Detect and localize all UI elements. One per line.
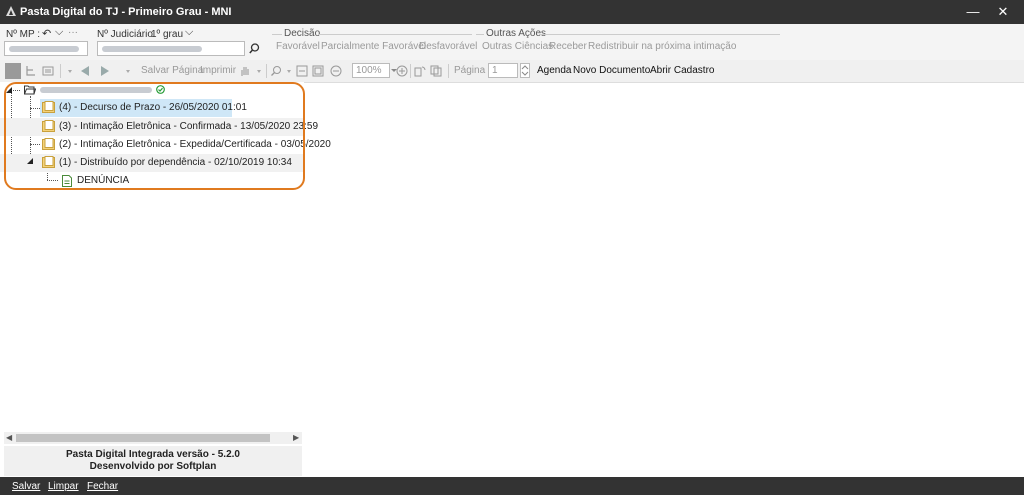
mp-number-field[interactable] [4, 41, 88, 56]
divider [476, 34, 484, 35]
novo-documento-button[interactable]: Novo Documento [573, 65, 650, 76]
agenda-button[interactable]: Agenda [537, 65, 571, 76]
version-text: Pasta Digital Integrada versão - 5.2.0 [66, 449, 240, 460]
tree-view-icon[interactable] [25, 65, 37, 77]
tree-horizontal-scrollbar[interactable]: ◀ ▶ [4, 432, 302, 444]
dropdown-icon[interactable] [122, 65, 134, 77]
zoom-search-icon[interactable] [270, 65, 282, 77]
toolbar-separator [448, 64, 449, 78]
parcialmente-favoravel-button[interactable]: Parcialmente Favorável [321, 41, 426, 52]
mp-more-icon[interactable]: ··· [68, 27, 78, 38]
search-icon[interactable] [249, 43, 260, 54]
toolbar-separator [266, 64, 267, 78]
outras-ciencias-button[interactable]: Outras Ciências [482, 41, 553, 52]
app-logo-icon [6, 6, 16, 16]
list-view-icon[interactable] [42, 65, 54, 77]
scroll-left-icon[interactable]: ◀ [6, 432, 12, 444]
favoravel-button[interactable]: Favorável [276, 41, 320, 52]
instance-chevron-down-icon[interactable]: ⌵ [185, 26, 193, 39]
redacted-value [102, 46, 202, 52]
imprimir-button[interactable]: Imprimir [200, 65, 236, 76]
judicial-number-field[interactable] [97, 41, 245, 56]
divider [318, 34, 472, 35]
window-title: Pasta Digital do TJ - Primeiro Grau - MN… [20, 6, 232, 18]
zoom-out-icon[interactable] [330, 65, 342, 77]
page-number-field[interactable]: 1 [488, 63, 518, 78]
salvar-pagina-button[interactable]: Salvar Página [141, 65, 203, 76]
page-stepper-icon[interactable] [520, 63, 530, 78]
fit-width-icon[interactable] [296, 65, 308, 77]
version-info: Pasta Digital Integrada versão - 5.2.0 D… [4, 446, 302, 476]
close-button[interactable]: ✕ [988, 0, 1018, 24]
dropdown-icon[interactable] [64, 65, 76, 77]
limpar-button[interactable]: Limpar [48, 481, 79, 492]
judicial-label: Nº Judiciário [97, 29, 153, 40]
toolbar-separator [60, 64, 61, 78]
divider [540, 34, 780, 35]
previous-page-icon[interactable] [78, 64, 92, 78]
bottom-action-bar: Salvar Limpar Fechar [0, 477, 1024, 495]
panel-toggle-icon[interactable] [5, 63, 21, 79]
next-page-icon[interactable] [98, 64, 112, 78]
desfavoravel-button[interactable]: Desfavorável [419, 41, 477, 52]
instance-select[interactable]: 1º grau [151, 29, 183, 40]
highlight-annotation [4, 82, 305, 190]
redistribuir-button[interactable]: Redistribuir na próxima intimação [588, 41, 736, 52]
toolbar-separator [410, 64, 411, 78]
decisao-title: Decisão [284, 28, 321, 39]
redacted-value [9, 46, 79, 52]
fit-page-icon[interactable] [312, 65, 324, 77]
salvar-button[interactable]: Salvar [12, 481, 40, 492]
rotate-page-icon[interactable] [414, 65, 426, 77]
scroll-right-icon[interactable]: ▶ [293, 432, 299, 444]
pagina-label: Página : [454, 65, 491, 76]
header-panel: Nº MP : ↶ ⌵ ··· Nº Judiciário 1º grau ⌵ … [0, 24, 1024, 60]
divider [272, 34, 282, 35]
outras-acoes-title: Outras Ações [486, 28, 547, 39]
dropdown-icon[interactable] [283, 65, 295, 77]
scrollbar-thumb[interactable] [16, 434, 270, 442]
mp-label: Nº MP : [6, 29, 41, 40]
zoom-in-icon[interactable] [396, 65, 408, 77]
developer-text: Desenvolvido por Softplan [89, 461, 217, 472]
undo-icon[interactable]: ↶ [42, 27, 51, 40]
document-toolbar: Salvar Página Imprimir 100% Página : 1 A… [0, 60, 1024, 83]
mp-chevron-down-icon[interactable]: ⌵ [55, 26, 63, 39]
copy-page-icon[interactable] [430, 65, 442, 77]
receber-button[interactable]: Receber [549, 41, 587, 52]
abrir-cadastro-button[interactable]: Abrir Cadastro [650, 65, 714, 76]
dropdown-icon[interactable] [253, 65, 265, 77]
zoom-level-field[interactable]: 100% [352, 63, 390, 78]
hand-pan-icon[interactable] [239, 65, 251, 77]
minimize-button[interactable]: — [958, 0, 988, 24]
title-bar: Pasta Digital do TJ - Primeiro Grau - MN… [0, 0, 1024, 24]
fechar-button[interactable]: Fechar [87, 481, 118, 492]
